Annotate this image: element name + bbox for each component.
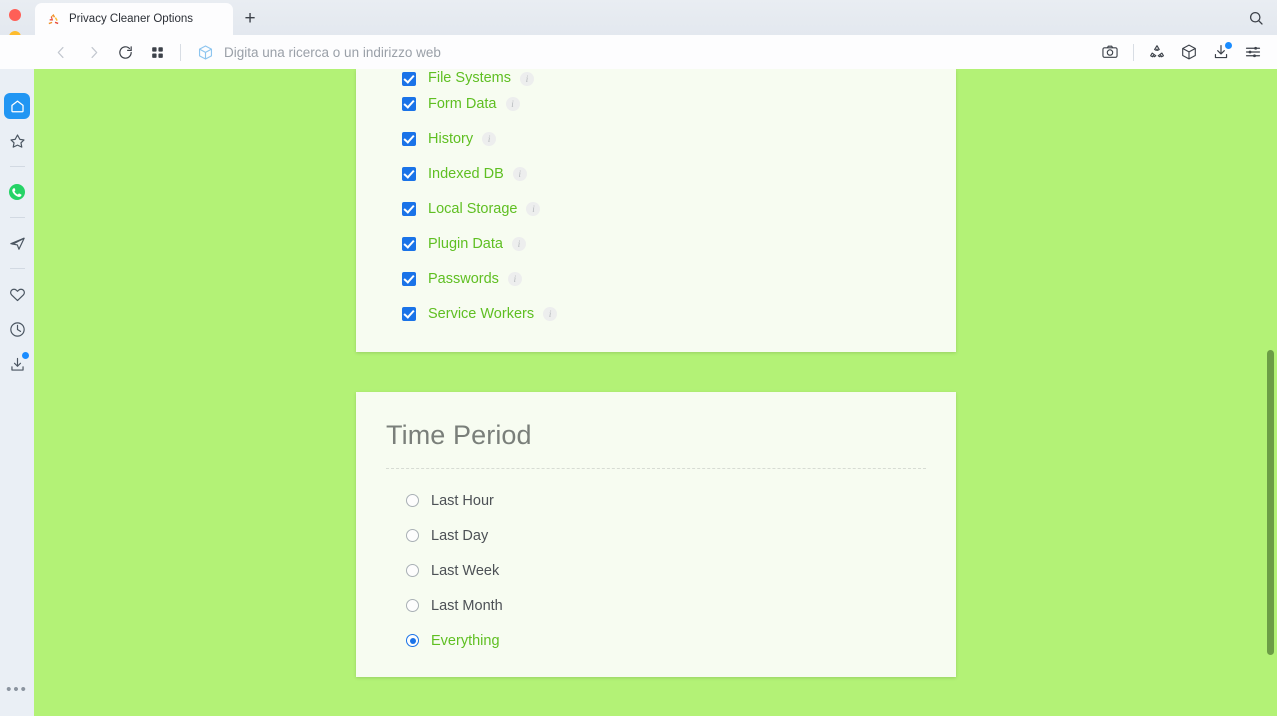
info-icon[interactable]: i [507,271,522,286]
tab-title: Privacy Cleaner Options [69,13,193,25]
checkbox-label: Local Storage [428,200,518,217]
info-icon[interactable]: i [512,166,527,181]
sidebar-item-whatsapp[interactable] [4,179,30,205]
sidebar-item-favorites[interactable] [4,281,30,307]
info-icon[interactable]: i [543,306,558,321]
checkbox-history[interactable] [402,131,416,146]
checkbox-label: Plugin Data [428,235,503,252]
radio-label: Last Day [431,527,489,544]
snapshot-icon[interactable] [1096,38,1124,66]
checkbox-local-storage[interactable] [402,201,416,216]
checkbox-label: File Systems [428,70,511,86]
radio-label: Last Week [431,562,500,579]
close-window-button[interactable] [9,9,21,21]
radio-last-day[interactable] [406,529,419,542]
sidebar-divider-3 [9,268,25,269]
time-period-card: Time Period Last Hour Last Day Last Week [356,392,956,677]
radio-label: Last Month [431,597,503,614]
checkbox-row-form-data[interactable]: Form Data i [402,86,956,121]
checkbox-row-file-systems[interactable]: File Systems i [402,69,956,86]
time-period-radio-group: Last Hour Last Day Last Week Last Month [356,469,956,658]
radio-last-hour[interactable] [406,494,419,507]
page-content: File Systems i Form Data i History i Ind… [34,69,1277,716]
browser-tab-active[interactable]: Privacy Cleaner Options [35,3,233,35]
toolbar-right-actions [1094,38,1277,66]
data-types-card: File Systems i Form Data i History i Ind… [356,69,956,352]
sidebar-divider-2 [9,217,25,218]
radio-last-week[interactable] [406,564,419,577]
recycle-icon[interactable] [1143,38,1171,66]
radio-everything[interactable] [406,634,419,647]
checkbox-row-history[interactable]: History i [402,121,956,156]
cube-icon[interactable] [1175,38,1203,66]
checkbox-label: Passwords [428,270,499,287]
downloads-badge [22,352,29,359]
download-icon[interactable] [1207,38,1235,66]
radio-row-last-month[interactable]: Last Month [406,588,956,623]
easy-setup-icon[interactable] [1239,38,1267,66]
forward-button[interactable] [79,38,107,66]
checkbox-label: Indexed DB [428,165,504,182]
radio-label: Everything [431,632,500,649]
browser-toolbar: Digita una ricerca o un indirizzo web [0,35,1277,69]
radio-row-everything[interactable]: Everything [406,623,956,658]
sidebar-item-downloads[interactable] [4,351,30,377]
reload-button[interactable] [111,38,139,66]
radio-row-last-hour[interactable]: Last Hour [406,483,956,518]
checkbox-row-service-workers[interactable]: Service Workers i [402,296,956,331]
checkbox-service-workers[interactable] [402,306,416,321]
radio-row-last-week[interactable]: Last Week [406,553,956,588]
recycle-icon [46,12,61,27]
checkbox-plugin-data[interactable] [402,236,416,251]
checkbox-row-local-storage[interactable]: Local Storage i [402,191,956,226]
radio-row-last-day[interactable]: Last Day [406,518,956,553]
scrollbar-thumb[interactable] [1267,350,1274,655]
cube-icon [197,44,214,61]
sidebar-item-telegram[interactable] [4,230,30,256]
sidebar-item-home[interactable] [4,93,30,119]
new-tab-button[interactable]: + [240,8,260,28]
address-bar-placeholder: Digita una ricerca o un indirizzo web [224,44,441,60]
checkbox-passwords[interactable] [402,271,416,286]
download-badge [1225,42,1232,49]
search-icon[interactable] [1247,9,1265,27]
data-types-list: File Systems i Form Data i History i Ind… [356,69,956,331]
checkbox-row-indexed-db[interactable]: Indexed DB i [402,156,956,191]
radio-last-month[interactable] [406,599,419,612]
info-icon[interactable]: i [482,131,497,146]
checkbox-form-data[interactable] [402,96,416,111]
info-icon[interactable]: i [511,236,526,251]
info-icon[interactable]: i [520,72,534,86]
checkbox-label: History [428,130,474,147]
toolbar-divider-2 [1133,43,1134,61]
tab-bar: Privacy Cleaner Options + [0,0,1277,65]
sidebar-more-button[interactable]: ••• [0,681,34,698]
info-icon[interactable]: i [505,96,520,111]
checkbox-file-systems[interactable] [402,72,416,86]
checkbox-indexed-db[interactable] [402,166,416,181]
info-icon[interactable]: i [526,201,541,216]
sidebar-divider [9,166,25,167]
sidebar-item-history[interactable] [4,316,30,342]
left-sidebar: ••• [0,69,34,716]
vertical-scrollbar[interactable] [1264,69,1277,716]
sidebar-item-speeddial[interactable] [4,128,30,154]
radio-label: Last Hour [431,492,494,509]
page-title: Time Period [386,420,532,450]
address-bar[interactable]: Digita una ricerca o un indirizzo web [190,39,1094,65]
checkbox-label: Form Data [428,95,497,112]
back-button[interactable] [47,38,75,66]
checkbox-row-plugin-data[interactable]: Plugin Data i [402,226,956,261]
checkbox-label: Service Workers [428,305,535,322]
checkbox-row-passwords[interactable]: Passwords i [402,261,956,296]
grid-icon[interactable] [143,38,171,66]
toolbar-divider [180,43,181,61]
